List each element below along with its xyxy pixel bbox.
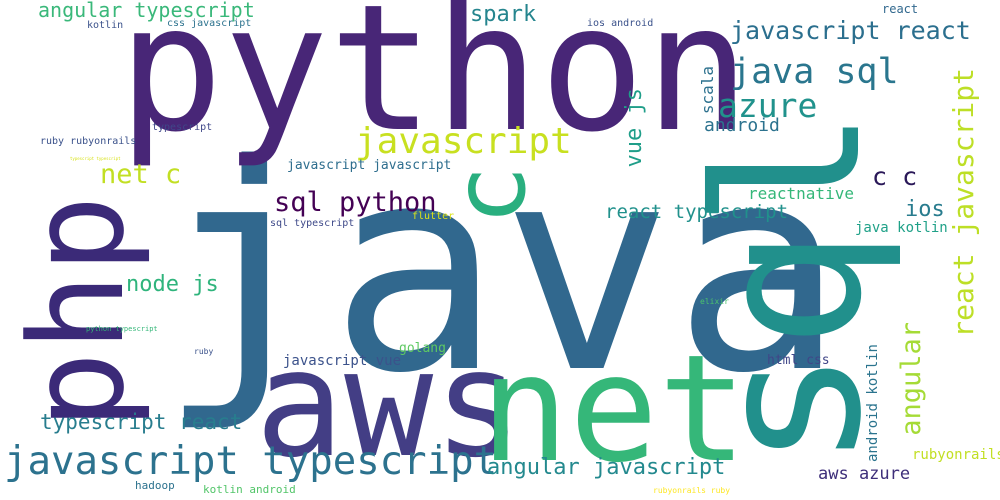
word-sql-typescript: sql typescript: [270, 218, 355, 229]
word-flutter: flutter: [412, 211, 455, 222]
word-aws-azure: aws azure: [818, 464, 911, 484]
word-javascript-typescript: javascript typescript: [4, 439, 498, 484]
word-spark: spark: [470, 2, 537, 27]
word-ios: ios: [905, 197, 945, 222]
word-cloud: java python sql aws net php c javascript…: [0, 0, 1000, 500]
word-ruby-rubyonrails: ruby rubyonrails: [40, 136, 137, 147]
word-node-js: node js: [126, 272, 219, 297]
word-reactnative: reactnative: [748, 184, 854, 203]
word-rubyonrails-ruby: rubyonrails ruby: [653, 486, 731, 495]
word-angular-javascript: angular javascript: [487, 455, 726, 480]
word-typescript-react: typescript react: [40, 410, 243, 434]
word-net-c: net c: [100, 159, 182, 190]
word-javascript-vue: javascript vue: [283, 353, 402, 369]
word-javascript-react: javascript react: [730, 16, 971, 45]
word-typescript-typescript: typescript typescript: [70, 156, 121, 161]
word-c-c: c c: [872, 162, 918, 191]
word-javascript-javascript: javascript javascript: [287, 158, 452, 173]
word-javascript: javascript: [355, 121, 572, 162]
word-react-typescript: react typescript: [605, 201, 789, 223]
word-python-typescript: python typescript: [86, 325, 158, 333]
word-ios-android: ios android: [587, 18, 654, 29]
word-android-kotlin: android kotlin: [865, 344, 881, 463]
word-react: react: [882, 2, 919, 16]
word-android: android: [704, 115, 780, 136]
word-angular-typescript: angular typescript: [38, 0, 255, 22]
word-java-kotlin: java kotlin: [855, 220, 948, 236]
word-react-javascript: react javascript: [947, 68, 980, 338]
word-golang: golang: [399, 341, 446, 356]
word-java-sql: java sql: [730, 52, 899, 92]
word-kotlin: kotlin: [87, 20, 124, 31]
word-ruby: ruby: [194, 347, 214, 356]
word-css-javascript: css javascript: [167, 18, 252, 29]
word-elixir: elixir: [700, 297, 729, 306]
word-php: php: [1, 195, 153, 430]
word-scala: scala: [698, 66, 717, 115]
word-typescript: typescript: [152, 122, 213, 133]
word-kotlin-android: kotlin android: [203, 483, 296, 496]
word-hadoop: hadoop: [135, 479, 175, 492]
word-c: c: [431, 165, 548, 226]
word-rubyonrails: rubyonrails: [912, 447, 1000, 463]
word-html-css: html css: [767, 353, 830, 368]
word-vue-js: vue js: [622, 88, 647, 168]
word-angular: angular: [896, 322, 927, 436]
